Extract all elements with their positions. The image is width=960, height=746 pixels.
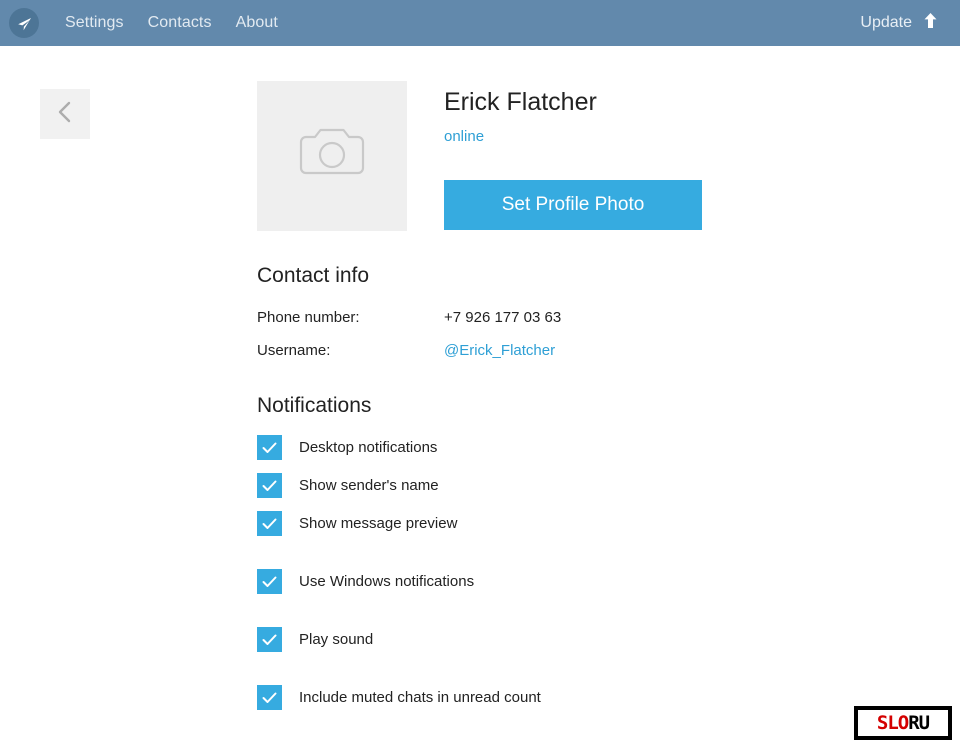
nav-item-settings[interactable]: Settings — [57, 14, 132, 32]
notification-toggle-play-sound[interactable]: Play sound — [257, 627, 373, 652]
nav-item-about[interactable]: About — [228, 14, 286, 32]
top-header-bar: Settings Contacts About Update — [0, 0, 960, 46]
username-label: Username: — [257, 342, 331, 359]
main-navigation: Settings Contacts About — [57, 14, 294, 32]
checkbox-checked[interactable] — [257, 511, 282, 536]
back-button[interactable] — [40, 89, 90, 139]
watermark-text-ru: RU — [908, 711, 930, 734]
contact-info-heading: Contact info — [257, 264, 370, 287]
notification-label: Show message preview — [299, 515, 458, 532]
profile-photo-placeholder[interactable] — [257, 81, 407, 231]
notification-toggle-show-senders-name[interactable]: Show sender's name — [257, 473, 439, 498]
phone-number-value: +7 926 177 03 63 — [444, 309, 562, 326]
arrow-up-icon — [923, 12, 938, 34]
notification-toggle-show-message-preview[interactable]: Show message preview — [257, 511, 457, 536]
nav-item-contacts[interactable]: Contacts — [140, 14, 220, 32]
telegram-paper-plane-icon — [16, 15, 33, 32]
page-title: Erick Flatcher — [444, 88, 597, 116]
notification-label: Play sound — [299, 631, 374, 648]
set-profile-photo-button[interactable]: Set Profile Photo — [444, 180, 702, 230]
notifications-heading: Notifications — [257, 394, 372, 417]
notification-label: Use Windows notifications — [299, 573, 475, 590]
update-button[interactable]: Update — [860, 12, 938, 34]
notification-toggle-include-muted-chats[interactable]: Include muted chats in unread count — [257, 685, 541, 710]
camera-icon — [297, 126, 367, 187]
checkbox-checked[interactable] — [257, 473, 282, 498]
watermark-logo: SLO RU — [854, 706, 952, 740]
app-logo-button[interactable] — [9, 8, 39, 38]
status-badge: online — [444, 128, 485, 145]
checkbox-checked[interactable] — [257, 569, 282, 594]
update-label: Update — [860, 14, 912, 31]
notification-toggle-use-windows-notifications[interactable]: Use Windows notifications — [257, 569, 474, 594]
notification-label: Show sender's name — [299, 477, 439, 494]
notification-toggle-desktop-notifications[interactable]: Desktop notifications — [257, 435, 437, 460]
username-value-link[interactable]: @Erick_Flatcher — [444, 342, 555, 359]
checkbox-checked[interactable] — [257, 435, 282, 460]
notification-label: Include muted chats in unread count — [299, 689, 541, 706]
checkbox-checked[interactable] — [257, 685, 282, 710]
checkbox-checked[interactable] — [257, 627, 282, 652]
watermark-text-slo: SLO — [876, 711, 909, 734]
phone-number-label: Phone number: — [257, 309, 360, 326]
chevron-left-icon — [56, 100, 74, 129]
notification-label: Desktop notifications — [299, 439, 438, 456]
